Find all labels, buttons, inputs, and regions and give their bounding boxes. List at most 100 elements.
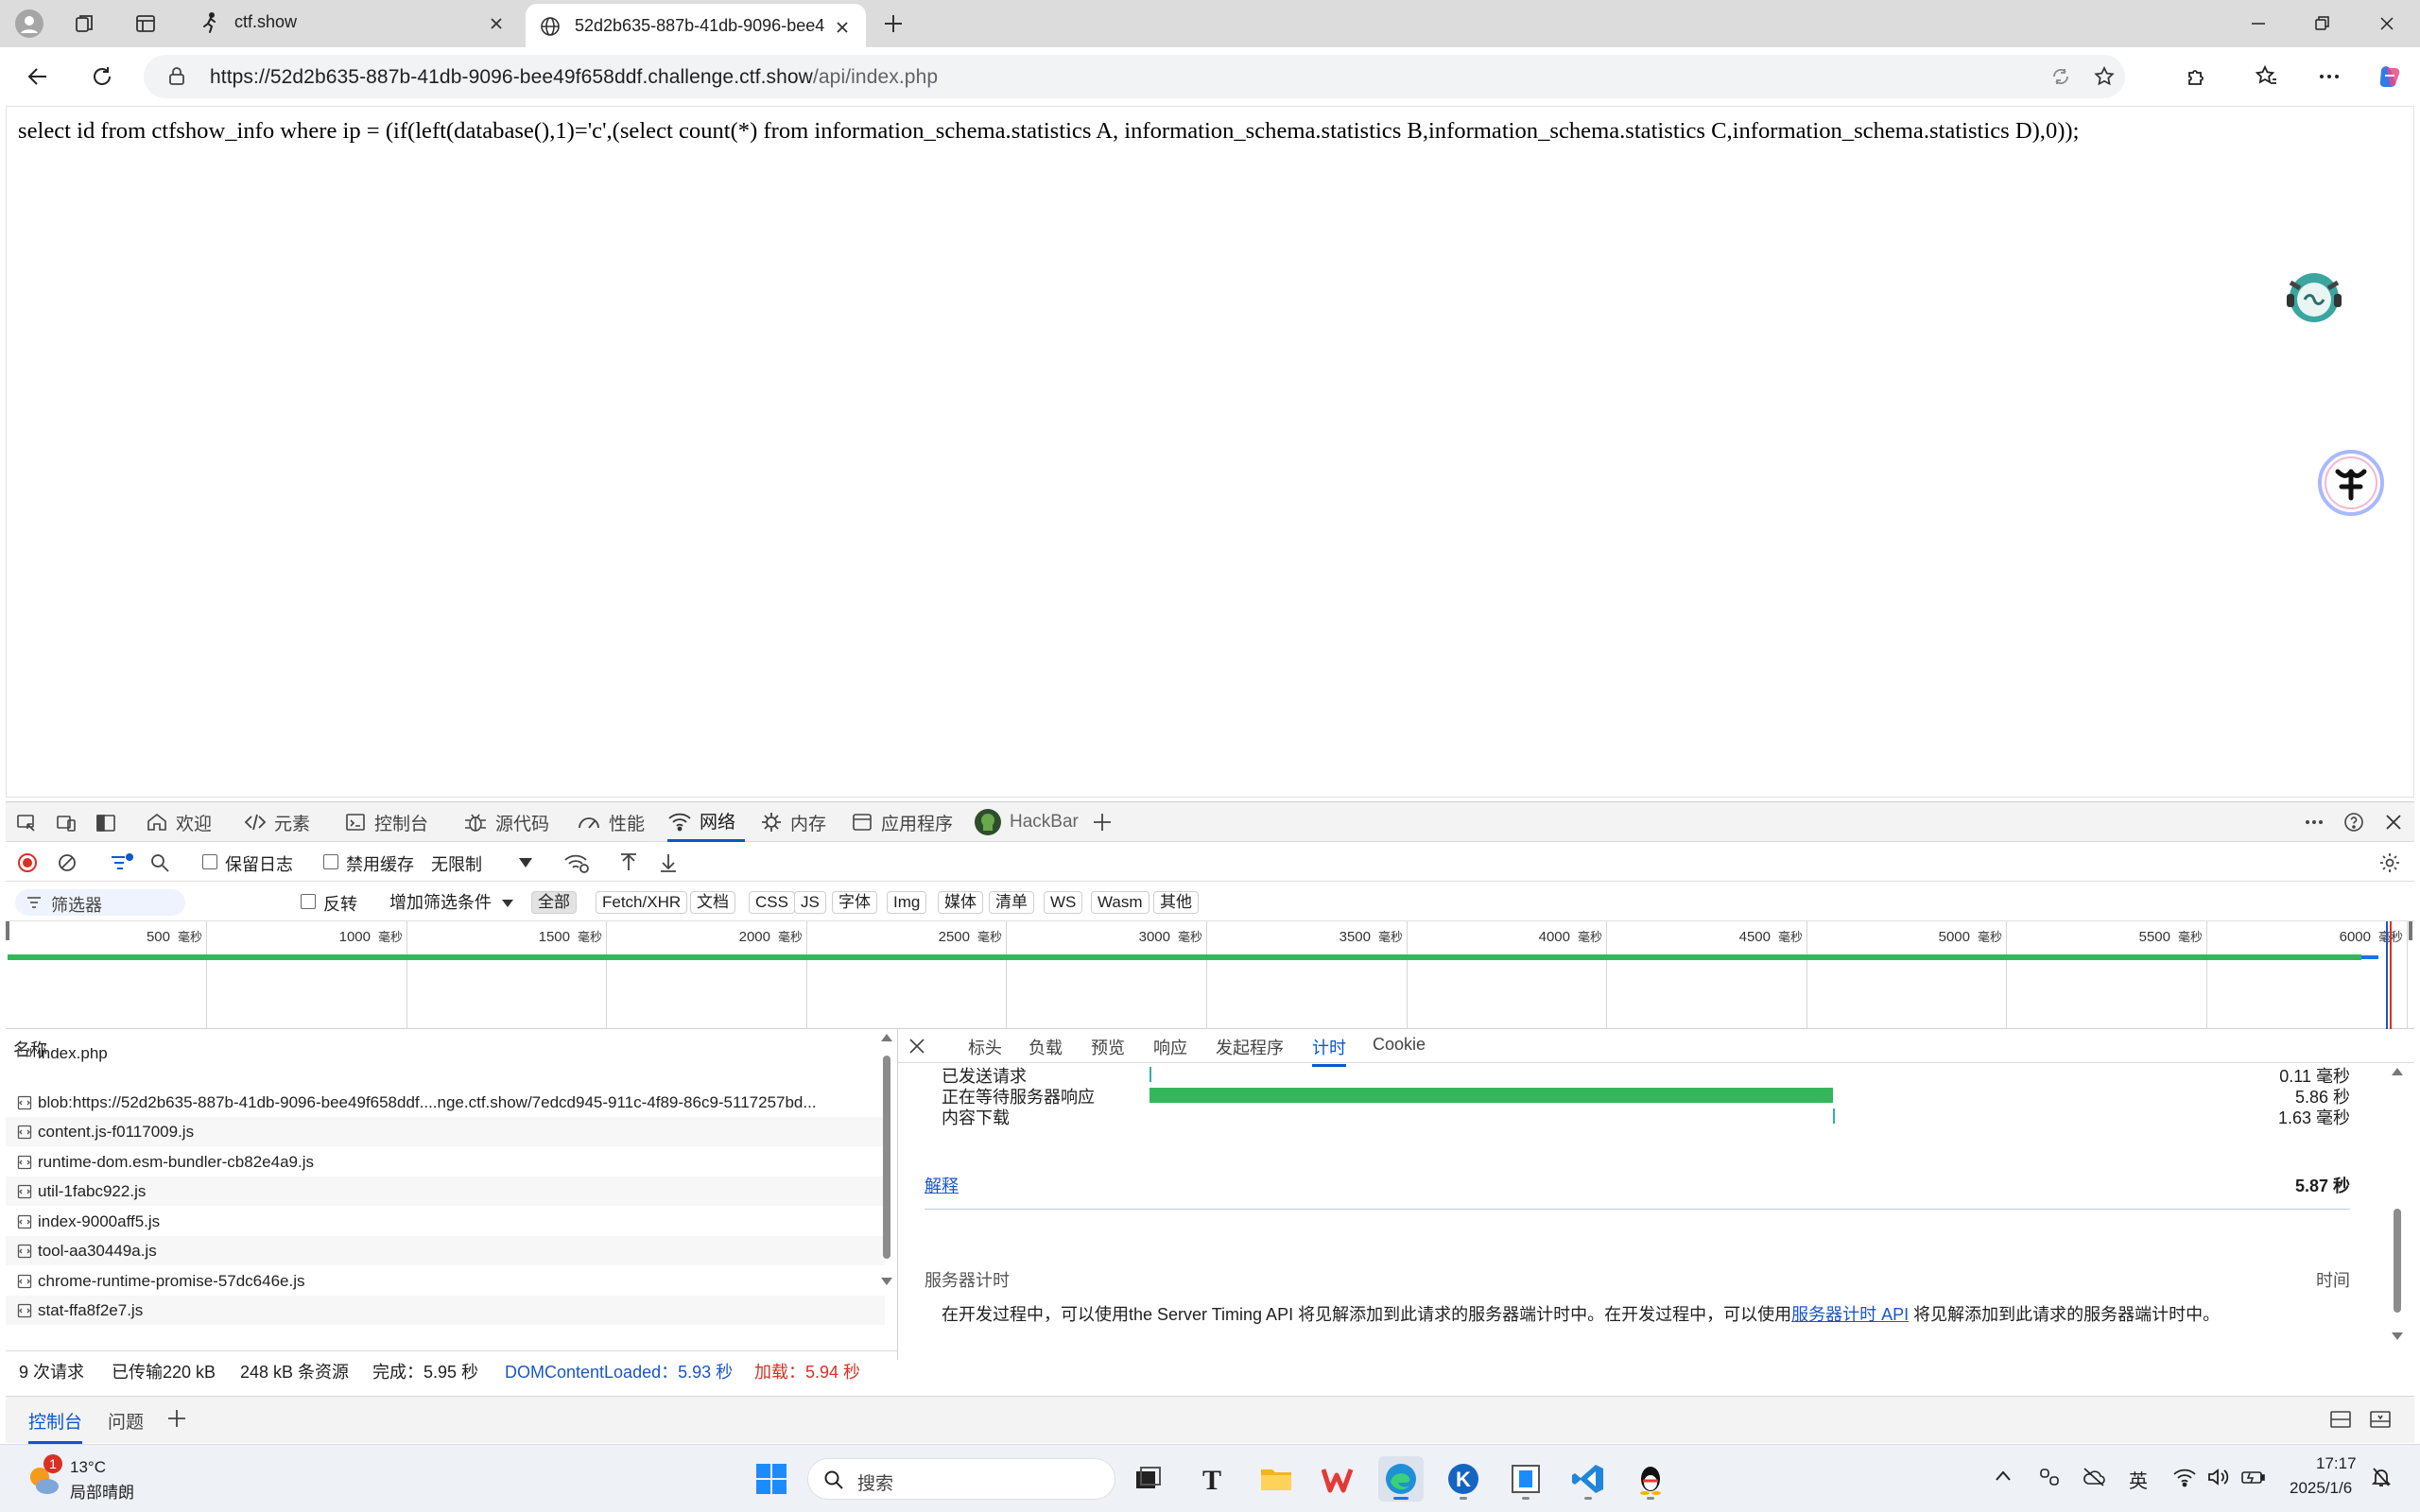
overview-handle-left[interactable] [6,921,9,940]
throttle-select[interactable]: 无限制 [431,851,541,874]
devtools-tab-application[interactable]: 应用程序 [851,802,953,842]
lock-icon[interactable] [166,66,187,87]
assistant-badge-icon[interactable] [2317,449,2385,517]
more-options-icon[interactable] [2303,811,2325,833]
devtools-tab-console[interactable]: 控制台 [344,802,428,842]
profile-icon[interactable] [15,9,43,38]
type-chip[interactable]: CSS [749,891,795,914]
more-menu-button[interactable] [2312,60,2346,94]
address-bar[interactable]: https://52d2b635-887b-41db-9096-bee49f65… [144,55,2125,98]
url-text[interactable]: https://52d2b635-887b-41db-9096-bee49f65… [210,66,938,89]
back-button[interactable] [21,60,55,94]
taskbar-search[interactable]: 搜索 [807,1458,1115,1500]
tray-chevron-icon[interactable] [1995,1469,2012,1483]
tray-wifi-icon[interactable] [2172,1466,2197,1488]
file-explorer-app[interactable] [1253,1456,1299,1502]
tray-cloud-off-icon[interactable] [2082,1466,2106,1488]
add-tool-icon[interactable] [1091,811,1114,833]
clock-date[interactable]: 2025/1/6 [2290,1479,2352,1498]
request-row[interactable]: stat-ffa8f2e7.js [6,1296,885,1325]
clear-icon[interactable] [57,852,78,873]
scroll-up-icon[interactable] [881,1033,892,1042]
weather-widget[interactable]: 1 13°C 局部晴朗 [21,1454,163,1503]
devtools-tab-performance[interactable]: 性能 [577,802,645,842]
type-chip[interactable]: 清单 [989,891,1034,914]
server-timing-api-link[interactable]: 服务器计时 API [1791,1305,1909,1324]
list-scrollbar[interactable] [881,1034,892,1301]
scroll-down-icon[interactable] [2392,1332,2403,1341]
qq-app[interactable] [1628,1456,1673,1502]
type-chip[interactable]: Wasm [1091,891,1150,914]
more-filters-dropdown[interactable]: 增加筛选条件 [389,889,514,914]
devtools-tab-hackbar[interactable]: HackBar [974,802,1079,842]
disable-cache-checkbox[interactable] [323,854,338,869]
typora-app[interactable]: T [1189,1456,1235,1502]
favorites-button[interactable] [2250,60,2284,94]
copilot-button[interactable] [2373,60,2407,94]
scroll-thumb[interactable] [883,1056,890,1259]
minimize-button[interactable] [2225,0,2291,47]
type-chip[interactable]: 全部 [531,891,577,914]
filter-input[interactable]: 筛选器 [15,889,185,916]
devtools-tab-memory[interactable]: 内存 [760,802,826,842]
devtools-tab-elements[interactable]: 元素 [244,802,310,842]
type-chip[interactable]: 其他 [1153,891,1199,914]
tray-volume-icon[interactable] [2206,1466,2229,1488]
request-row[interactable]: index-9000aff5.js [6,1207,885,1236]
request-row[interactable]: runtime-dom.esm-bundler-cb82e4a9.js [6,1147,885,1177]
request-row[interactable]: chrome-runtime-promise-57dc646e.js [6,1266,885,1296]
close-devtools-icon[interactable] [2382,811,2405,833]
request-row[interactable]: blob:https://52d2b635-887b-41db-9096-bee… [6,1088,885,1117]
type-chip[interactable]: WS [1044,891,1083,914]
overview-handle-right[interactable] [2409,921,2412,940]
drawer-add-icon[interactable] [166,1408,187,1429]
request-row[interactable]: util-1fabc922.js [6,1177,885,1206]
request-row[interactable]: content.js-f0117009.js [6,1117,885,1146]
detail-scrollbar[interactable] [2392,1067,2403,1341]
tab-ctfshow[interactable]: ctf.show [185,0,520,47]
preserve-log-checkbox[interactable] [202,854,217,869]
record-icon[interactable] [17,852,38,873]
type-chip[interactable]: Fetch/XHR [596,891,688,914]
extensions-button[interactable] [2180,60,2214,94]
drawer-tab-console[interactable]: 控制台 [28,1408,83,1444]
help-icon[interactable] [2342,811,2365,833]
type-chip[interactable]: Img [887,891,927,914]
start-button[interactable] [749,1456,794,1502]
app-window[interactable] [1503,1456,1548,1502]
devtools-tab-welcome[interactable]: 欢迎 [146,802,212,842]
network-settings-icon[interactable] [2378,851,2401,874]
reload-button[interactable] [85,60,119,94]
workspaces-icon[interactable] [74,12,96,35]
detail-tab[interactable]: 标头 [968,1035,1002,1059]
request-row[interactable]: tool-aa30449a.js [6,1236,885,1265]
close-detail-icon[interactable] [908,1037,926,1056]
edge-app[interactable] [1378,1456,1424,1502]
cat-avatar-icon[interactable] [2281,262,2347,328]
close-icon[interactable] [832,17,853,38]
type-chip[interactable]: JS [794,891,826,914]
request-row[interactable]: index.php [6,1048,885,1067]
restore-button[interactable] [2290,0,2356,47]
type-chip[interactable]: 文档 [690,891,735,914]
vertical-tabs-icon[interactable] [134,12,157,35]
read-aloud-icon[interactable] [2049,65,2072,88]
notification-bell-icon[interactable] [2371,1466,2392,1488]
close-icon[interactable] [486,13,507,34]
detail-tab[interactable]: 计时 [1312,1035,1346,1067]
inspect-icon[interactable] [15,812,38,834]
invert-checkbox[interactable] [301,894,316,909]
detail-tab[interactable]: 响应 [1153,1035,1187,1059]
filter-toggle-icon[interactable] [110,852,134,873]
detail-tab[interactable]: 发起程序 [1216,1035,1284,1059]
tray-battery-icon[interactable] [2240,1466,2267,1488]
devtools-tab-sources[interactable]: 源代码 [463,802,549,842]
scroll-up-icon[interactable] [2392,1067,2403,1076]
tray-people-icon[interactable] [2038,1466,2061,1488]
ime-indicator[interactable]: 英 [2129,1466,2148,1493]
wps-app[interactable] [1316,1456,1361,1502]
explain-link[interactable]: 解释 [925,1173,959,1197]
new-tab-button[interactable] [881,11,906,36]
type-chip[interactable]: 字体 [832,891,877,914]
detail-tab[interactable]: 预览 [1091,1035,1125,1059]
